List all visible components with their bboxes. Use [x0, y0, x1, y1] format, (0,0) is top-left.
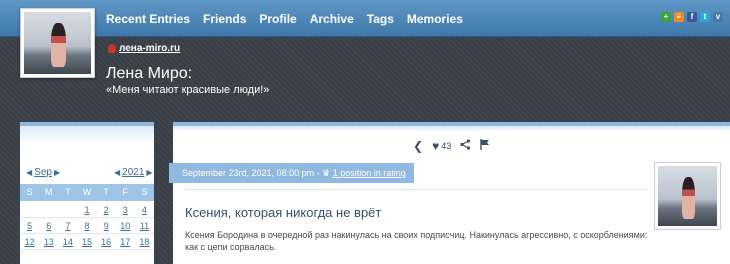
calendar-day[interactable]: 10 [116, 218, 135, 233]
weekday: M [44, 187, 53, 197]
weekday: S [141, 187, 148, 197]
weekday: F [122, 187, 129, 197]
post-thumbnail-photo [658, 166, 717, 226]
weekday: T [65, 187, 71, 197]
sidebar: ◀ Sep ▶ ◀ 2021 ▶ S M T W T F S 1 2 3 4 5… [20, 122, 154, 264]
avatar-photo [24, 12, 91, 74]
calendar-month-nav: ◀ Sep ▶ [26, 167, 60, 178]
post-container: ❮ ♥ 43 September 23rd, 2021, 08:00 pm - … [169, 122, 730, 264]
site-link-label: лена-miro.ru [119, 43, 181, 54]
post-header-strip [173, 122, 730, 132]
prev-year-icon[interactable]: ◀ [114, 168, 120, 177]
calendar-year[interactable]: 2021 [122, 167, 144, 178]
main-nav: Recent Entries Friends Profile Archive T… [106, 12, 476, 26]
calendar-day[interactable]: 3 [116, 202, 135, 217]
calendar-day[interactable]: 14 [58, 234, 77, 249]
nav-archive[interactable]: Archive [310, 12, 354, 26]
prev-month-icon[interactable]: ◀ [26, 168, 32, 177]
share-icon[interactable] [460, 139, 471, 153]
like-count: 43 [441, 141, 452, 151]
calendar-day[interactable]: 4 [135, 202, 154, 217]
calendar-grid: 1 2 3 4 5 6 7 8 9 10 11 12 13 14 15 16 1… [20, 202, 154, 250]
weekday: W [82, 187, 92, 197]
calendar-month[interactable]: Sep [34, 167, 52, 178]
rating-link[interactable]: 1 position in rating [333, 168, 406, 178]
nav-tags[interactable]: Tags [367, 12, 394, 26]
calendar-day[interactable]: 16 [97, 234, 116, 249]
calendar-day[interactable]: 11 [135, 218, 154, 233]
like-button[interactable]: ♥ 43 [432, 139, 451, 153]
nav-profile[interactable]: Profile [259, 12, 296, 26]
calendar-day[interactable]: 5 [20, 218, 39, 233]
calendar-day[interactable]: 13 [39, 234, 58, 249]
back-icon[interactable]: ❮ [413, 139, 423, 153]
calendar-day-empty [39, 202, 58, 217]
calendar-day[interactable]: 8 [77, 218, 96, 233]
next-year-icon[interactable]: ▶ [146, 168, 152, 177]
calendar-day-empty [58, 202, 77, 217]
post-text: Ксения Бородина в очередной раз накинула… [185, 230, 648, 252]
calendar-weekdays: S M T W T F S [20, 184, 154, 201]
nav-friends[interactable]: Friends [203, 12, 246, 26]
crown-icon: ♛ [322, 168, 331, 178]
post-date[interactable]: September 23rd, 2021, 08:00 pm [182, 168, 314, 178]
social-icons: + ≡ f t v [661, 12, 723, 22]
twitter-icon[interactable]: t [700, 12, 710, 22]
calendar-day[interactable]: 7 [58, 218, 77, 233]
weekday: S [26, 187, 33, 197]
calendar-day[interactable]: 2 [97, 202, 116, 217]
calendar-day[interactable]: 17 [116, 234, 135, 249]
facebook-icon[interactable]: f [687, 12, 697, 22]
weekday: T [103, 187, 109, 197]
rss-icon[interactable]: ≡ [674, 12, 684, 22]
calendar-day[interactable]: 12 [20, 234, 39, 249]
vk-icon[interactable]: v [713, 12, 723, 22]
heart-icon: ♥ [432, 139, 440, 153]
post-actions: ❮ ♥ 43 [413, 139, 490, 153]
user-icon [108, 44, 116, 53]
divider [183, 189, 648, 190]
nav-memories[interactable]: Memories [407, 12, 463, 26]
post-title[interactable]: Ксения, которая никогда не врёт [185, 205, 381, 220]
calendar-day[interactable]: 15 [77, 234, 96, 249]
next-month-icon[interactable]: ▶ [54, 168, 60, 177]
sidebar-header [20, 122, 154, 144]
nav-recent-entries[interactable]: Recent Entries [106, 12, 190, 26]
blog-subtitle: «Меня читают красивые люди!» [106, 84, 270, 96]
blog-title: Лена Миро: [106, 65, 193, 82]
calendar-week: 1 2 3 4 [20, 202, 154, 218]
post-meta-bar: September 23rd, 2021, 08:00 pm - ♛ 1 pos… [169, 163, 414, 183]
calendar-year-nav: ◀ 2021 ▶ [114, 167, 153, 178]
flag-icon[interactable] [480, 139, 490, 153]
calendar-day[interactable]: 9 [97, 218, 116, 233]
calendar-week: 12 13 14 15 16 17 18 [20, 234, 154, 250]
user-avatar[interactable] [20, 8, 95, 78]
calendar-day[interactable]: 1 [77, 202, 96, 217]
calendar-day[interactable]: 6 [39, 218, 58, 233]
add-icon[interactable]: + [661, 12, 671, 22]
post-thumbnail[interactable] [654, 162, 721, 230]
calendar-week: 5 6 7 8 9 10 11 [20, 218, 154, 234]
top-navigation-bar: Recent Entries Friends Profile Archive T… [0, 0, 730, 37]
calendar-day-empty [20, 202, 39, 217]
calendar-day[interactable]: 18 [135, 234, 154, 249]
site-link[interactable]: лена-miro.ru [108, 43, 180, 54]
